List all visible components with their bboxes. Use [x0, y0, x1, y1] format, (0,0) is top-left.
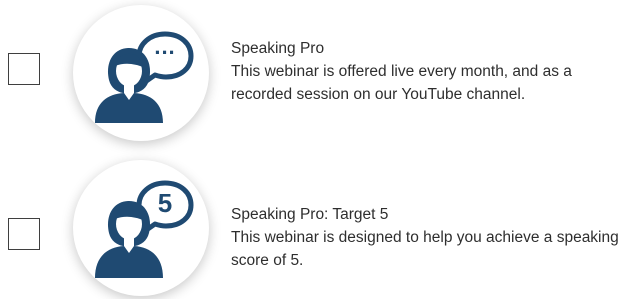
speaking-pro-checkbox[interactable]: [8, 53, 40, 85]
speech-bubble-text: 5: [157, 188, 173, 218]
webinar-option-speaking-pro-target-5: 5 Speaking Pro: Target 5 This webinar is…: [0, 150, 636, 296]
speaker-with-speech-bubble-icon: [95, 31, 194, 123]
speaking-pro-target-5-checkbox[interactable]: [8, 218, 40, 250]
speech-bubble-text: ...: [154, 34, 176, 59]
speaking-pro-target-5-title: Speaking Pro: Target 5: [231, 206, 389, 223]
speaker-with-speech-bubble-5-icon: [95, 180, 194, 278]
speaking-pro-icon-circle: ...: [73, 5, 209, 141]
speaking-pro-target-5-icon-circle: 5: [73, 160, 209, 296]
speaking-pro-description: This webinar is offered live every month…: [231, 63, 572, 103]
speaking-pro-target-5-text: Speaking Pro: Target 5 This webinar is d…: [231, 203, 629, 272]
speaking-pro-text: Speaking Pro This webinar is offered liv…: [231, 37, 629, 106]
speaking-pro-title: Speaking Pro: [231, 40, 325, 57]
speaking-pro-target-5-description: This webinar is designed to help you ach…: [231, 229, 619, 269]
webinar-option-speaking-pro: ... Speaking Pro This webinar is offered…: [0, 0, 636, 141]
